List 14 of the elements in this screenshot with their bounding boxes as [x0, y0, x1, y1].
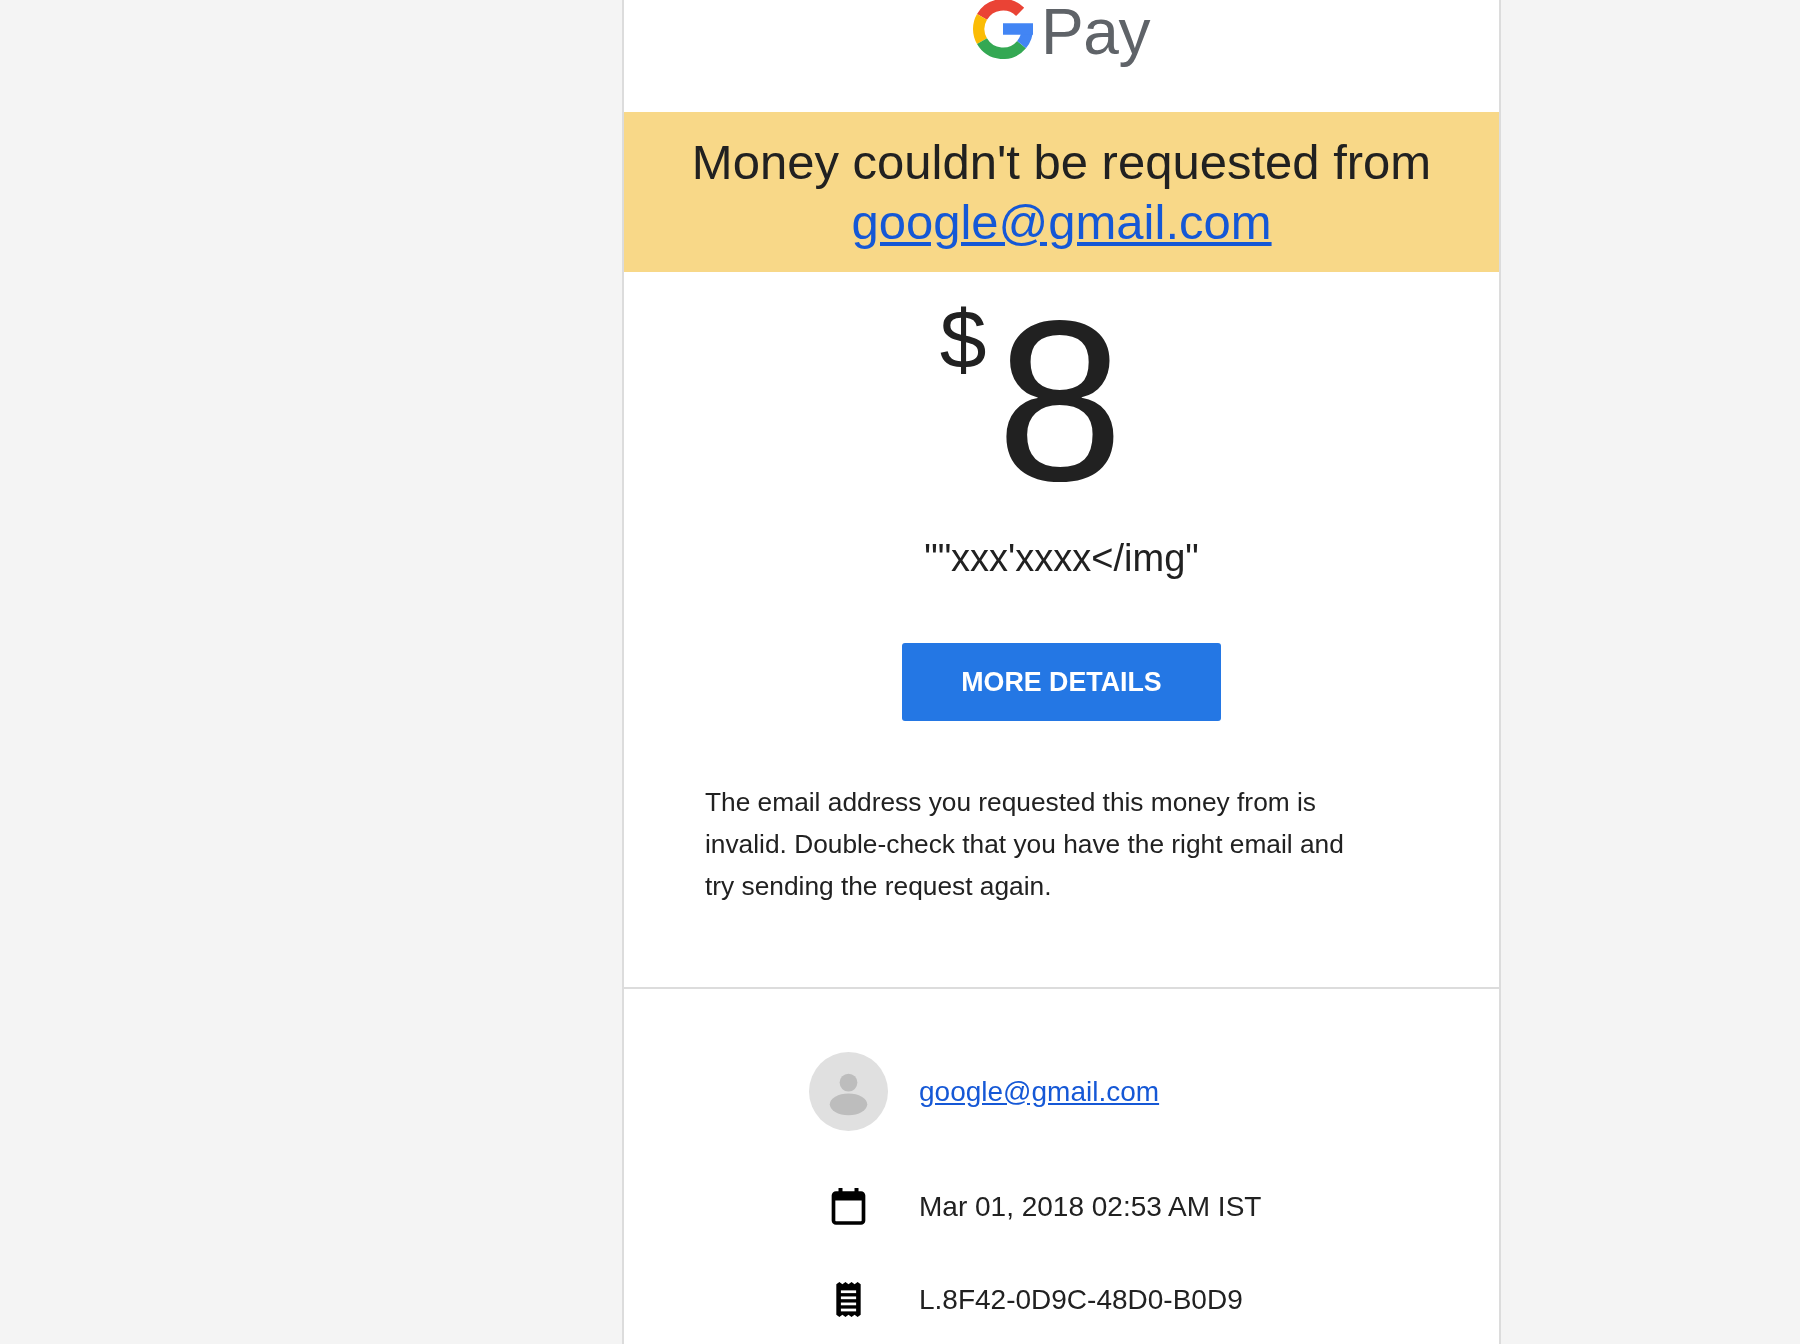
logo-icon — [973, 0, 1034, 59]
reference-id-text: L.8F42-0D9C-48D0-B0D9 — [919, 1282, 1243, 1317]
memo-text: ""xxx'xxxx</img" — [924, 538, 1199, 578]
receipt-icon — [833, 1282, 864, 1317]
calendar-icon — [831, 1188, 866, 1225]
contact-email-link[interactable]: google@gmail.com — [919, 1074, 1160, 1109]
email-link[interactable]: google@gmail.com — [851, 195, 1272, 249]
date-text: Mar 01, 2018 02:53 AM IST — [919, 1189, 1262, 1224]
currency-symbol: $ — [939, 297, 987, 381]
amount-value: 8 — [996, 287, 1124, 515]
avatar-icon — [809, 1052, 888, 1131]
error-message: Money couldn't be requested from google@gmail.com — [690, 134, 1433, 251]
more-details-button[interactable]: MORE DETAILS — [902, 643, 1221, 721]
description-text: The email address you requested this money from is invalid. Double-check that you have the right email and try sending the request again. — [705, 786, 1345, 903]
